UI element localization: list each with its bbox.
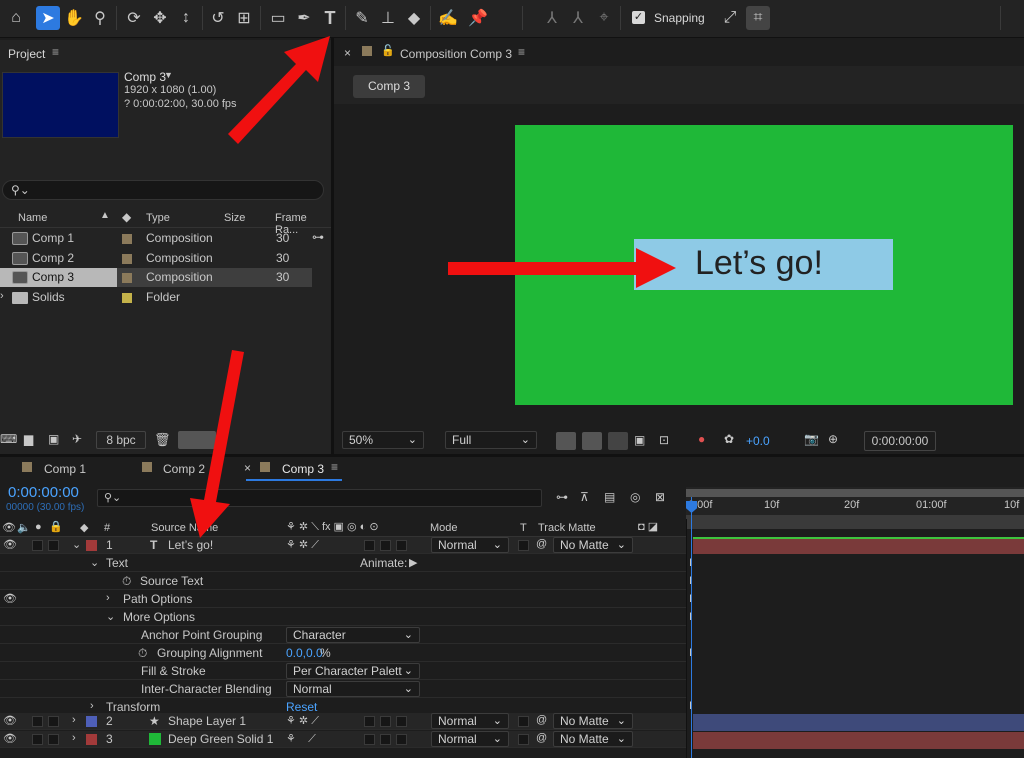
- annotation-arrows: [190, 36, 676, 538]
- arrow-to-canvas-text: [448, 248, 676, 288]
- arrow-to-source-name: [190, 350, 244, 538]
- arrow-to-type-tool: [228, 36, 330, 144]
